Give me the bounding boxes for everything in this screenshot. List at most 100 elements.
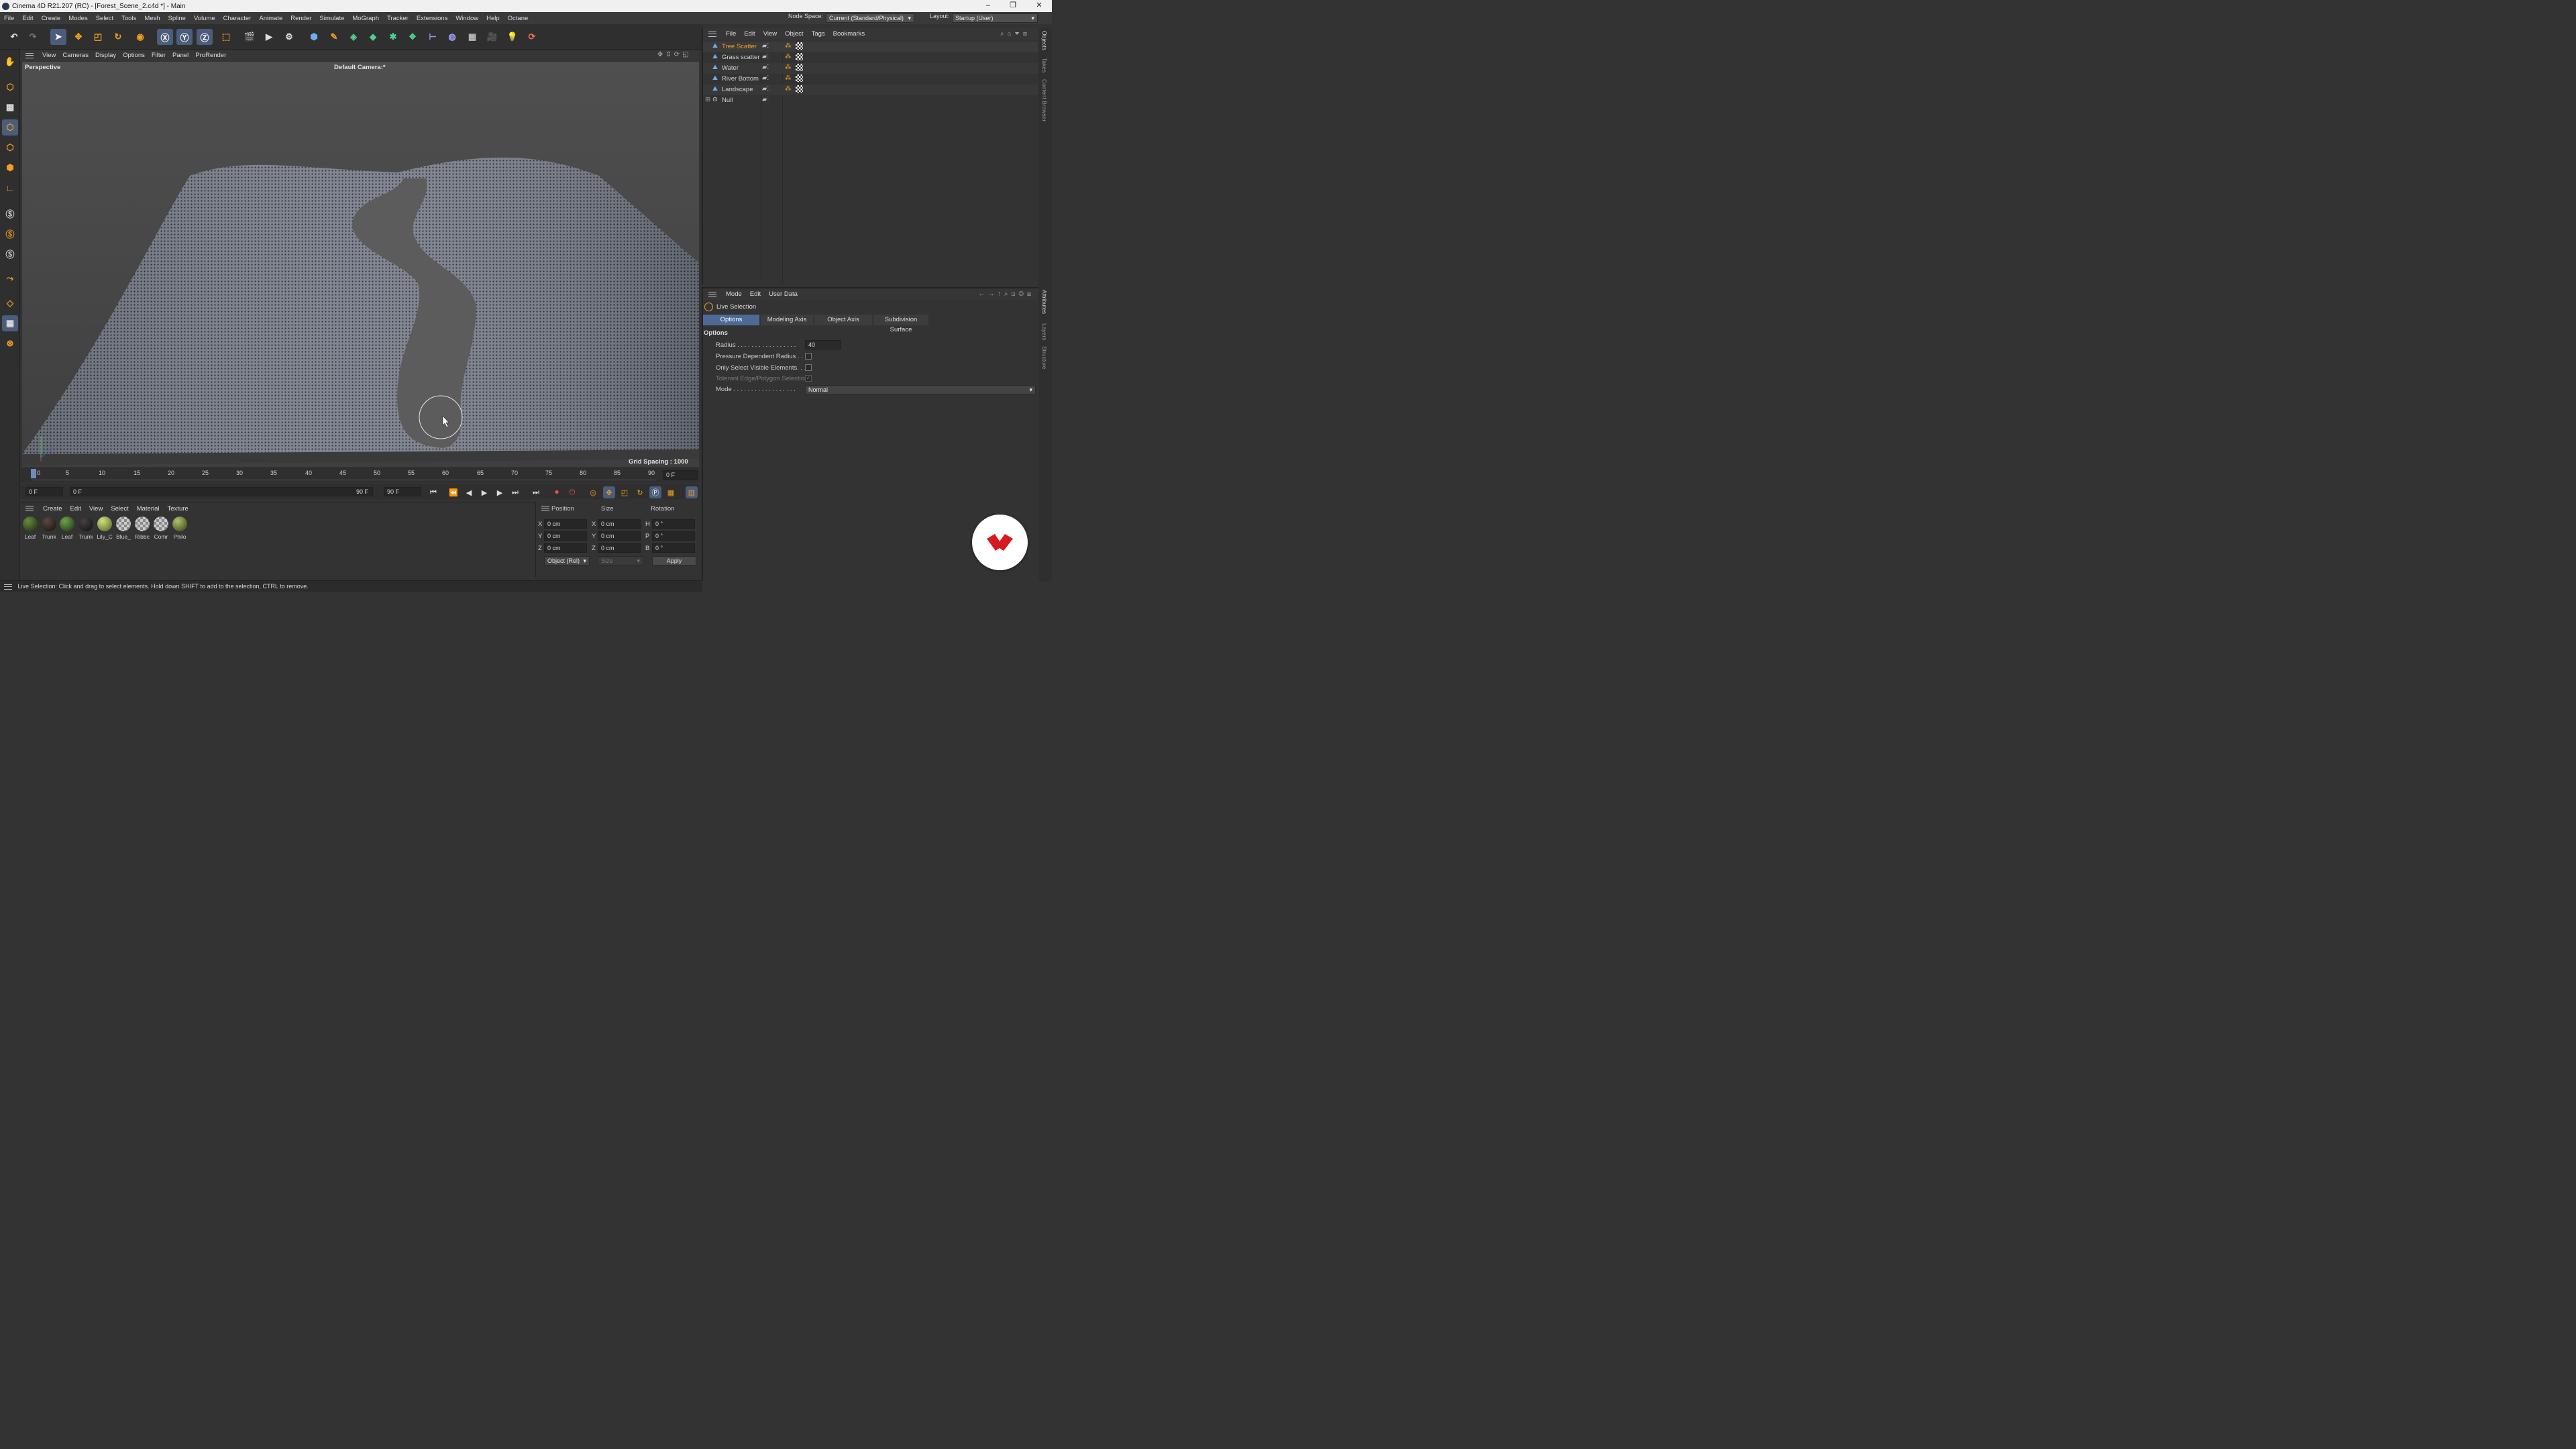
render-view-icon[interactable]: 🎬: [241, 29, 258, 45]
material-swatch[interactable]: [135, 517, 150, 531]
previous-key-icon[interactable]: ⏪: [447, 486, 460, 498]
cloner-icon[interactable]: ✱: [385, 29, 401, 45]
menu-modes[interactable]: Modes: [64, 15, 92, 22]
material-swatch[interactable]: [78, 517, 93, 531]
edges-mode-icon[interactable]: ⬡: [2, 140, 18, 156]
move-icon[interactable]: ✥: [70, 29, 87, 45]
snap-icon[interactable]: ⤳: [2, 270, 18, 286]
visibility-icon[interactable]: ▰⁚: [762, 74, 769, 82]
solo-icon[interactable]: Ⓢ: [2, 205, 18, 221]
node-space-dropdown[interactable]: Current (Standard/Physical): [826, 13, 914, 23]
scale-icon[interactable]: ◰: [90, 29, 106, 45]
render-picture-viewer-icon[interactable]: ▶: [261, 29, 277, 45]
mat-menu-create[interactable]: Create: [39, 505, 66, 513]
fracture-icon[interactable]: ❖: [405, 29, 421, 45]
viewport-nav-icons[interactable]: ✥⇕⟳◱: [657, 51, 692, 58]
visible-elements-checkbox[interactable]: [805, 364, 812, 371]
rotation-h-field[interactable]: 0 °: [652, 519, 695, 529]
end-frame-field[interactable]: 90 F: [384, 487, 421, 496]
menu-select[interactable]: Select: [92, 15, 117, 22]
next-key-icon[interactable]: ⏭: [509, 486, 521, 498]
obj-menu-view[interactable]: View: [759, 30, 781, 38]
material-menu-icon[interactable]: [25, 506, 34, 511]
obj-menu-file[interactable]: File: [722, 30, 740, 38]
side-tab-objects[interactable]: Objects: [1041, 31, 1048, 50]
viewport-menu-icon[interactable]: [25, 52, 34, 58]
planar-workplane-icon[interactable]: ⊛: [2, 335, 18, 352]
go-to-start-icon[interactable]: ⏮: [427, 486, 439, 498]
coord-menu-icon[interactable]: [541, 506, 549, 511]
close-button[interactable]: ✕: [1026, 0, 1052, 12]
visibility-icon[interactable]: ▰⁚: [762, 64, 769, 71]
vp-menu-view[interactable]: View: [39, 52, 59, 59]
object-row-grass-scatter[interactable]: ⛰ Grass scatter ▰⁚ ⁂: [703, 52, 1038, 63]
mat-menu-select[interactable]: Select: [107, 505, 132, 513]
play-icon[interactable]: ▶: [478, 486, 490, 498]
material-tag-icon[interactable]: [796, 53, 803, 60]
make-editable-icon[interactable]: ✋: [2, 54, 18, 70]
cloner-tag-icon[interactable]: ⁂: [785, 42, 792, 50]
position-y-field[interactable]: 0 cm: [544, 531, 587, 541]
frame-range-slider[interactable]: 0 F 90 F: [70, 487, 373, 496]
rotation-b-field[interactable]: 0 °: [652, 543, 695, 553]
locked-workplane-icon[interactable]: ▦: [2, 315, 18, 331]
menu-animate[interactable]: Animate: [255, 15, 286, 22]
side-tab-content-browser[interactable]: Content Browser: [1041, 79, 1048, 121]
record-scale-icon[interactable]: ◰: [619, 486, 631, 498]
keyframe-selection-icon[interactable]: ◎: [587, 486, 599, 498]
radius-field[interactable]: 40: [805, 340, 841, 350]
tab-modeling-axis[interactable]: Modeling Axis: [761, 315, 813, 325]
cloner-tag-icon[interactable]: ⁂: [785, 74, 792, 82]
rotation-p-field[interactable]: 0 °: [652, 531, 695, 541]
redo-icon[interactable]: ↷: [25, 29, 41, 45]
coord-mode-dropdown[interactable]: Object (Rel): [544, 556, 590, 566]
object-row-water[interactable]: ⛰ Water ▰⁚ ⁂: [703, 63, 1038, 74]
mat-menu-edit[interactable]: Edit: [66, 505, 85, 513]
material-tag-icon[interactable]: [796, 42, 803, 50]
material-swatch[interactable]: [116, 517, 131, 531]
attr-menu-mode[interactable]: Mode: [722, 290, 746, 298]
previous-frame-icon[interactable]: ◀: [463, 486, 475, 498]
object-row-null[interactable]: ⊞ ⊙ Null ▰⁚: [703, 95, 1038, 106]
visibility-icon[interactable]: ▰⁚: [762, 42, 769, 50]
light-icon[interactable]: 💡: [504, 29, 521, 45]
record-parameter-icon[interactable]: Ⓟ: [649, 486, 661, 498]
side-tab-attributes[interactable]: Attributes: [1041, 290, 1048, 314]
solo-hierarchy-icon[interactable]: Ⓢ: [2, 225, 18, 241]
cloner-tag-icon[interactable]: ⁂: [785, 64, 792, 71]
material-tag-icon[interactable]: [796, 85, 803, 93]
size-y-field[interactable]: 0 cm: [598, 531, 641, 541]
z-axis-icon[interactable]: Ⓩ: [197, 29, 213, 45]
material-swatch[interactable]: [154, 517, 168, 531]
vp-menu-options[interactable]: Options: [119, 52, 148, 59]
timeline-layout-icon[interactable]: ▥: [686, 486, 698, 498]
psr-reset-icon[interactable]: ⟳: [524, 29, 540, 45]
menu-simulate[interactable]: Simulate: [315, 15, 348, 22]
camera-icon[interactable]: 🎥: [484, 29, 500, 45]
side-tab-structure[interactable]: Structure: [1041, 346, 1048, 370]
viewport-perspective[interactable]: Perspective Default Camera:* Grid Spacin…: [22, 62, 699, 467]
side-tab-takes[interactable]: Takes: [1041, 58, 1048, 72]
field-icon[interactable]: ◍: [444, 29, 460, 45]
visibility-icon[interactable]: ▰⁚: [762, 96, 769, 103]
tab-object-axis[interactable]: Object Axis: [814, 315, 872, 325]
status-menu-icon[interactable]: [4, 584, 12, 590]
menu-octane[interactable]: Octane: [504, 15, 533, 22]
record-position-icon[interactable]: ✥: [603, 486, 615, 498]
undo-icon[interactable]: ↶: [6, 29, 22, 45]
mat-menu-material[interactable]: Material: [133, 505, 164, 513]
cloner-tag-icon[interactable]: ⁂: [785, 53, 792, 60]
pen-spline-icon[interactable]: ✎: [326, 29, 342, 45]
material-swatch[interactable]: [23, 517, 38, 531]
vp-menu-cameras[interactable]: Cameras: [59, 52, 92, 59]
material-swatch[interactable]: [172, 517, 187, 531]
tolerant-checkbox[interactable]: ✓: [805, 375, 812, 382]
deformer-icon[interactable]: ⊢: [425, 29, 441, 45]
object-manager-tools-icons[interactable]: ⌕⌂⏷⊞: [996, 30, 1034, 38]
object-row-river-bottom[interactable]: ⛰ River Bottom ▰⁚ ⁂: [703, 74, 1038, 85]
expand-icon[interactable]: ⊞: [705, 96, 710, 103]
maximize-button[interactable]: ❐: [1000, 0, 1026, 12]
mat-menu-texture[interactable]: Texture: [164, 505, 193, 513]
obj-menu-edit[interactable]: Edit: [740, 30, 759, 38]
object-menu-icon[interactable]: [708, 31, 716, 37]
